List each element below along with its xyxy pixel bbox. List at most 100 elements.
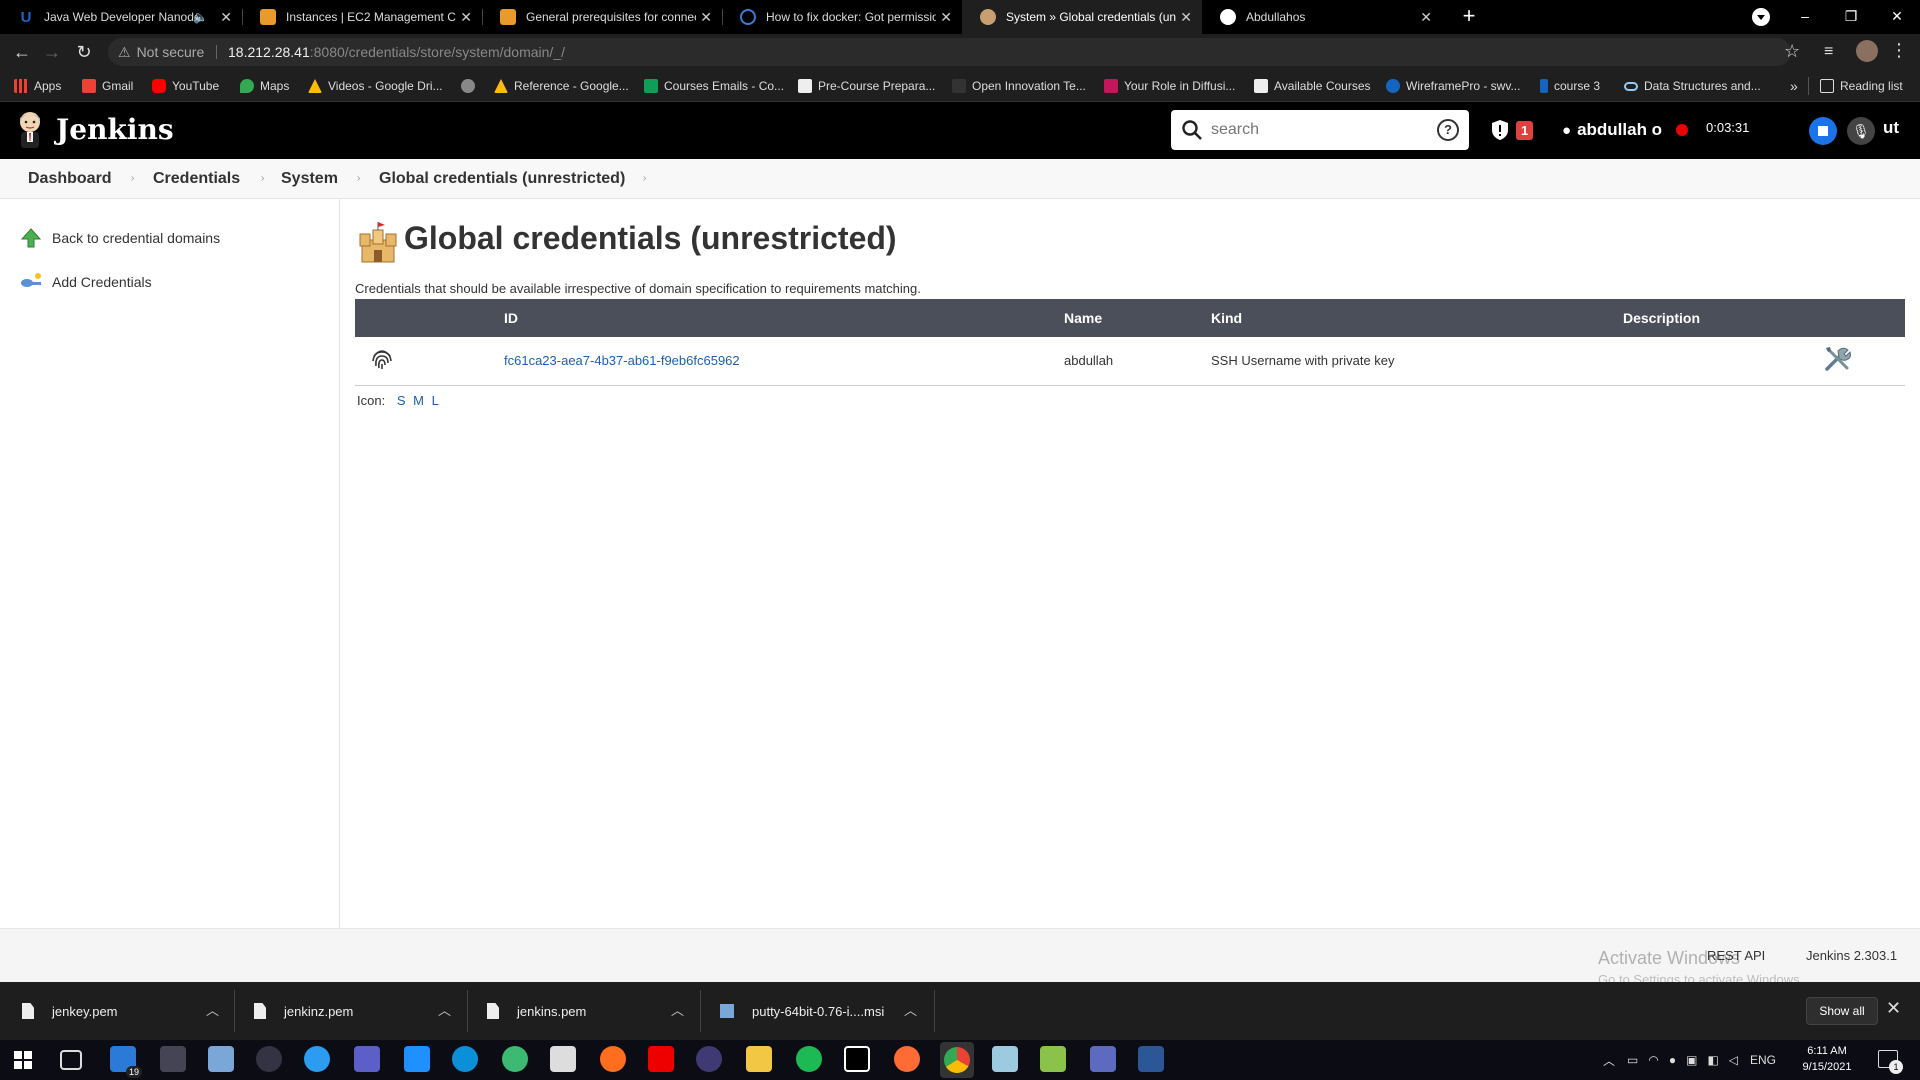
minimize-button[interactable]: –: [1782, 0, 1828, 34]
show-all-downloads-button[interactable]: Show all: [1806, 997, 1878, 1025]
profile-menu-icon[interactable]: [1752, 8, 1770, 26]
chevron-up-icon[interactable]: ︿: [671, 982, 684, 1040]
spotify-icon[interactable]: [796, 1046, 822, 1072]
bookmark-data-structures[interactable]: Data Structures and...: [1624, 70, 1761, 102]
cube-app-icon[interactable]: [208, 1046, 234, 1072]
chevron-up-icon[interactable]: ︿: [1603, 1052, 1615, 1069]
reading-list-button[interactable]: Reading list: [1820, 70, 1903, 102]
clock[interactable]: 6:11 AM 9/15/2021: [1798, 1043, 1856, 1075]
chevron-up-icon[interactable]: ︿: [206, 982, 219, 1040]
battery-icon[interactable]: ▭: [1627, 1053, 1638, 1067]
close-tab-icon[interactable]: ✕: [1180, 9, 1192, 26]
browser-app-icon[interactable]: [304, 1046, 330, 1072]
mail-app-icon[interactable]: 19: [110, 1046, 142, 1078]
bookmark-course-3[interactable]: course 3: [1540, 70, 1600, 102]
breadcrumb-chevron-icon[interactable]: ›: [643, 159, 646, 199]
word-icon[interactable]: [1138, 1046, 1164, 1072]
star-bookmark-icon[interactable]: ☆: [1784, 41, 1800, 62]
pen-app-icon[interactable]: [160, 1046, 186, 1072]
download-item[interactable]: jenkinz.pem: [254, 982, 353, 1040]
download-item[interactable]: jenkey.pem: [22, 982, 118, 1040]
bookmark-globe[interactable]: [461, 70, 481, 102]
close-tab-icon[interactable]: ✕: [940, 9, 952, 26]
close-tab-icon[interactable]: ✕: [700, 9, 712, 26]
bookmark-pre-course[interactable]: Pre-Course Prepara...: [798, 70, 935, 102]
close-downloads-bar-icon[interactable]: ✕: [1886, 998, 1901, 1019]
task-view-icon[interactable]: [60, 1050, 82, 1070]
jenkins-search-box[interactable]: ?: [1171, 110, 1469, 150]
putty-icon[interactable]: [1040, 1046, 1066, 1072]
notification-center-icon[interactable]: 1: [1878, 1050, 1903, 1074]
chevron-up-icon[interactable]: ︿: [438, 982, 451, 1040]
logout-link-fragment[interactable]: ut: [1883, 118, 1899, 138]
bookmark-reference-google[interactable]: Reference - Google...: [494, 70, 629, 102]
rest-api-link[interactable]: REST API: [1707, 948, 1765, 963]
postman-icon[interactable]: [894, 1046, 920, 1072]
bug-app-icon[interactable]: [256, 1046, 282, 1072]
add-credentials-link[interactable]: Add Credentials: [20, 269, 152, 295]
bookmark-youtube[interactable]: YouTube: [152, 70, 219, 102]
not-secure-indicator[interactable]: ⚠ Not secure: [118, 38, 204, 66]
media-queue-icon[interactable]: ≡: [1824, 43, 1833, 61]
id-column-header[interactable]: ID: [504, 299, 1064, 337]
tab-docker-fix[interactable]: How to fix docker: Got permissio ✕: [722, 0, 962, 34]
network-app-icon[interactable]: [1090, 1046, 1116, 1072]
back-arrow-icon[interactable]: ←: [8, 38, 36, 66]
display-icon[interactable]: ▣: [1686, 1053, 1697, 1067]
speaker-icon[interactable]: 🔈: [193, 10, 208, 24]
edge-icon[interactable]: [452, 1046, 478, 1072]
tab-github[interactable]: Abdullahos ✕: [1202, 0, 1442, 34]
teams-icon[interactable]: [354, 1046, 380, 1072]
tab-prerequisites[interactable]: General prerequisites for connect ✕: [482, 0, 722, 34]
reload-icon[interactable]: ↻: [70, 38, 98, 66]
back-to-credential-domains-link[interactable]: Back to credential domains: [20, 225, 220, 251]
new-tab-button[interactable]: +: [1455, 3, 1483, 31]
description-column-header[interactable]: Description: [1623, 299, 1823, 337]
bookmark-maps[interactable]: Maps: [240, 70, 289, 102]
bookmarks-overflow-button[interactable]: »: [1790, 70, 1798, 102]
volume-icon[interactable]: ◁: [1729, 1053, 1738, 1067]
microphone-icon[interactable]: 🎙: [1847, 117, 1875, 145]
breadcrumb-global-credentials[interactable]: Global credentials (unrestricted): [379, 159, 625, 199]
tab-global-credentials[interactable]: System » Global credentials (unre ✕: [962, 0, 1202, 34]
tab-udacity[interactable]: U Java Web Developer Nanode 🔈 ✕: [0, 0, 242, 34]
chevron-up-icon[interactable]: ︿: [904, 982, 917, 1040]
language-indicator[interactable]: ENG: [1750, 1053, 1776, 1067]
youtube-app-icon[interactable]: [648, 1046, 674, 1072]
close-tab-icon[interactable]: ✕: [1420, 9, 1432, 26]
bookmark-your-role[interactable]: Your Role in Diffusi...: [1104, 70, 1235, 102]
icon-size-large[interactable]: L: [432, 393, 439, 408]
close-tab-icon[interactable]: ✕: [460, 9, 472, 26]
notepad-icon[interactable]: [992, 1046, 1018, 1072]
forward-arrow-icon[interactable]: →: [38, 38, 66, 66]
bookmark-gmail[interactable]: Gmail: [82, 70, 133, 102]
calendar-app-icon[interactable]: [404, 1046, 430, 1072]
chrome-active-icon[interactable]: [940, 1042, 974, 1078]
breadcrumb-chevron-icon[interactable]: ›: [261, 159, 264, 199]
icon-size-small[interactable]: S: [397, 393, 406, 408]
close-window-button[interactable]: ✕: [1874, 0, 1920, 34]
breadcrumb-system[interactable]: System: [281, 159, 338, 199]
mic-icon[interactable]: ●: [1669, 1053, 1676, 1067]
eclipse-icon[interactable]: [696, 1046, 722, 1072]
bookmark-available-courses[interactable]: Available Courses: [1254, 70, 1371, 102]
firefox-icon[interactable]: [600, 1046, 626, 1072]
help-icon[interactable]: ?: [1437, 119, 1459, 141]
bookmark-wireframepro[interactable]: WireframePro - swv...: [1386, 70, 1520, 102]
jenkins-version-link[interactable]: Jenkins 2.303.1: [1806, 948, 1897, 963]
url-text[interactable]: 18.212.28.41:8080/credentials/store/syst…: [228, 38, 565, 66]
search-input[interactable]: [1211, 118, 1421, 142]
camera-icon[interactable]: ◧: [1707, 1053, 1718, 1067]
bookmark-apps[interactable]: Apps: [14, 70, 61, 102]
download-item[interactable]: jenkins.pem: [487, 982, 586, 1040]
jenkins-title[interactable]: Jenkins: [56, 110, 174, 150]
monitor-alert[interactable]: 1: [1490, 118, 1534, 142]
name-column-header[interactable]: Name: [1064, 299, 1211, 337]
profile-avatar[interactable]: [1856, 40, 1878, 62]
jenkins-logo-icon[interactable]: [14, 110, 46, 150]
store-icon[interactable]: [550, 1046, 576, 1072]
browser-menu-icon[interactable]: ⋮: [1890, 40, 1908, 61]
kind-column-header[interactable]: Kind: [1211, 299, 1623, 337]
configure-wrench-icon[interactable]: [1823, 345, 1851, 373]
breadcrumb-chevron-icon[interactable]: ›: [131, 159, 134, 199]
